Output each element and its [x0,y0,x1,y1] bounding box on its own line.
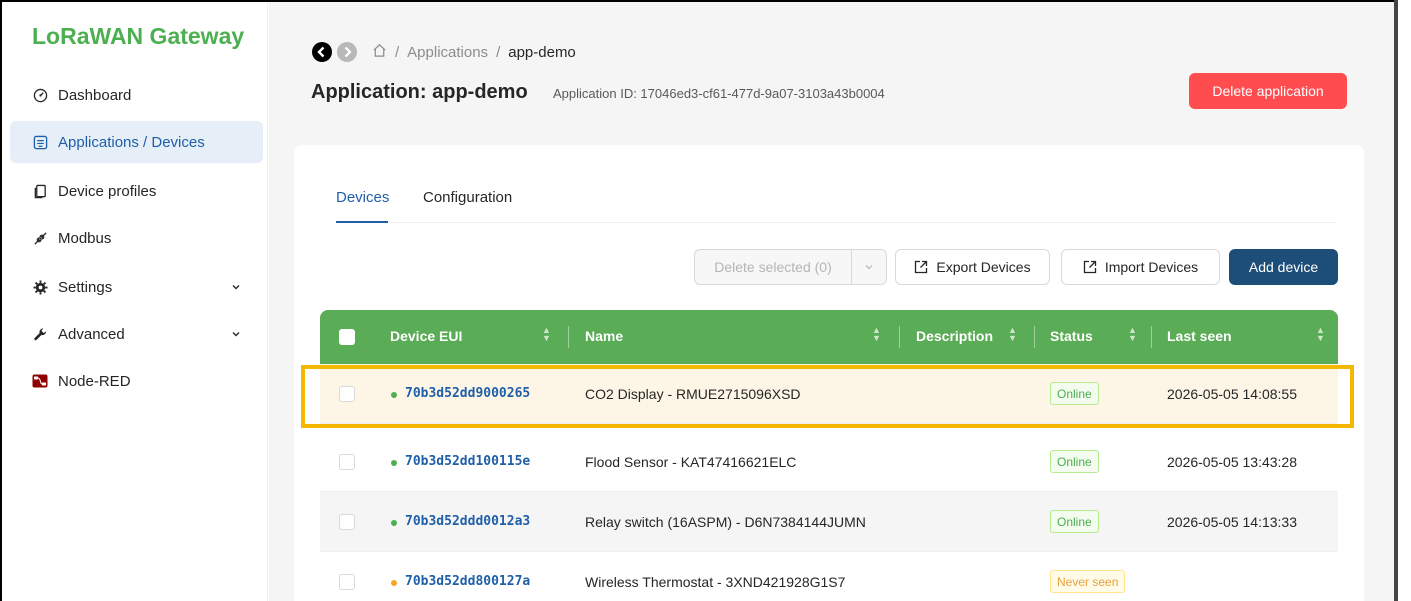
column-divider [1151,326,1152,348]
export-icon [914,260,928,274]
add-device-button[interactable]: Add device [1229,249,1338,285]
table-row[interactable]: 70b3d52ddd0012a3 Relay switch (16ASPM) -… [320,492,1338,552]
sidebar-item-label: Node-RED [58,372,131,390]
device-profiles-icon [32,183,48,199]
select-all-checkbox[interactable] [339,329,355,345]
sort-icon[interactable]: ▲ ▼ [872,326,881,343]
forward-button[interactable] [337,42,357,62]
modbus-icon [32,230,48,246]
never-seen-dot-icon [391,580,397,586]
sidebar-item-label: Advanced [58,325,125,343]
highlight-annotation [301,365,1354,428]
device-name: Relay switch (16ASPM) - D6N7384144JUMN [585,514,866,530]
sort-icon[interactable]: ▲ ▼ [1316,326,1325,343]
row-checkbox[interactable] [339,514,355,530]
breadcrumb-separator: / [496,44,501,61]
sidebar-item-dashboard[interactable]: Dashboard [10,74,263,116]
sidebar-item-label: Dashboard [58,86,132,104]
breadcrumb: / Applications / app-demo [372,43,576,62]
table-row[interactable]: 70b3d52dd800127a Wireless Thermostat - 3… [320,552,1338,601]
back-button[interactable] [312,42,332,62]
sort-icon[interactable]: ▲ ▼ [542,326,551,343]
status-badge: Never seen [1050,570,1126,593]
import-icon [1083,260,1097,274]
sort-icon[interactable]: ▲ ▼ [1128,326,1137,343]
sidebar-item-modbus[interactable]: Modbus [10,217,263,259]
delete-application-button[interactable]: Delete application [1189,73,1347,109]
last-seen: 2026-05-05 13:43:28 [1167,454,1297,470]
row-checkbox[interactable] [339,574,355,590]
main-content: / Applications / app-demo Application: a… [269,2,1394,601]
tab-bar: Devices Configuration [336,185,1336,223]
sidebar-item-label: Modbus [58,229,112,247]
sidebar-item-label: Applications / Devices [58,133,205,151]
sidebar-item-settings[interactable]: Settings [10,266,263,308]
column-divider [1034,326,1035,348]
device-name: Flood Sensor - KAT47416621ELC [585,454,797,470]
status-badge: Online [1050,510,1099,533]
column-header-status[interactable]: Status [1050,328,1093,344]
applications-icon [32,134,48,150]
column-header-last-seen[interactable]: Last seen [1167,328,1232,344]
sidebar-item-label: Settings [58,278,113,296]
sidebar: LoRaWAN Gateway Dashboard Applications /… [2,2,268,601]
column-header-device-eui[interactable]: Device EUI [390,328,462,344]
sidebar-item-label: Device profiles [58,182,157,200]
chevron-right-icon [344,46,352,58]
status-badge: Online [1050,450,1099,473]
screenshot-frame: LoRaWAN Gateway Dashboard Applications /… [0,0,1411,601]
node-red-icon [32,373,48,389]
chevron-left-icon [317,46,325,58]
chevron-down-icon[interactable] [852,250,886,284]
chevron-down-icon [231,326,241,343]
tab-devices[interactable]: Devices [336,189,389,206]
breadcrumb-separator: / [395,44,400,61]
export-devices-button[interactable]: Export Devices [895,249,1050,285]
sidebar-item-device-profiles[interactable]: Device profiles [10,170,263,212]
wrench-icon [32,326,48,342]
import-devices-button[interactable]: Import Devices [1061,249,1220,285]
sidebar-item-advanced[interactable]: Advanced [10,313,263,355]
table-row[interactable]: 70b3d52dd100115e Flood Sensor - KAT47416… [320,432,1338,492]
device-eui-link[interactable]: 70b3d52dd800127a [405,574,530,589]
application-id: Application ID: 17046ed3-cf61-477d-9a07-… [553,86,885,101]
column-divider [899,326,900,348]
brand-title: LoRaWAN Gateway [32,23,245,49]
gear-icon [32,279,48,295]
import-label: Import Devices [1104,259,1199,275]
device-eui-link[interactable]: 70b3d52ddd0012a3 [405,514,530,529]
export-label: Export Devices [936,259,1031,275]
table-header: Device EUI ▲ ▼ Name ▲ ▼ Description ▲ ▼ Sta… [320,310,1338,364]
last-seen: 2026-05-05 14:13:33 [1167,514,1297,530]
device-eui-link[interactable]: 70b3d52dd100115e [405,454,530,469]
active-tab-indicator [336,221,388,223]
row-checkbox[interactable] [339,454,355,470]
dashboard-icon [32,87,48,103]
delete-selected-button[interactable]: Delete selected (0) [694,249,887,285]
frame-border-right [1394,0,1398,601]
column-divider [568,326,569,348]
breadcrumb-current: app-demo [508,44,576,61]
sort-icon[interactable]: ▲ ▼ [1008,326,1017,343]
home-icon[interactable] [372,43,387,62]
sidebar-item-applications[interactable]: Applications / Devices [10,121,263,163]
breadcrumb-applications[interactable]: Applications [407,44,488,61]
column-header-name[interactable]: Name [585,328,623,344]
chevron-down-icon [231,279,241,296]
online-dot-icon [391,460,397,466]
frame-margin-right [1400,0,1411,601]
page-title: Application: app-demo [311,81,528,103]
sidebar-item-node-red[interactable]: Node-RED [10,360,263,402]
tab-configuration[interactable]: Configuration [423,189,512,206]
device-name: Wireless Thermostat - 3XND421928G1S7 [585,574,846,590]
column-header-description[interactable]: Description [916,328,993,344]
online-dot-icon [391,520,397,526]
delete-selected-label: Delete selected (0) [695,250,852,284]
